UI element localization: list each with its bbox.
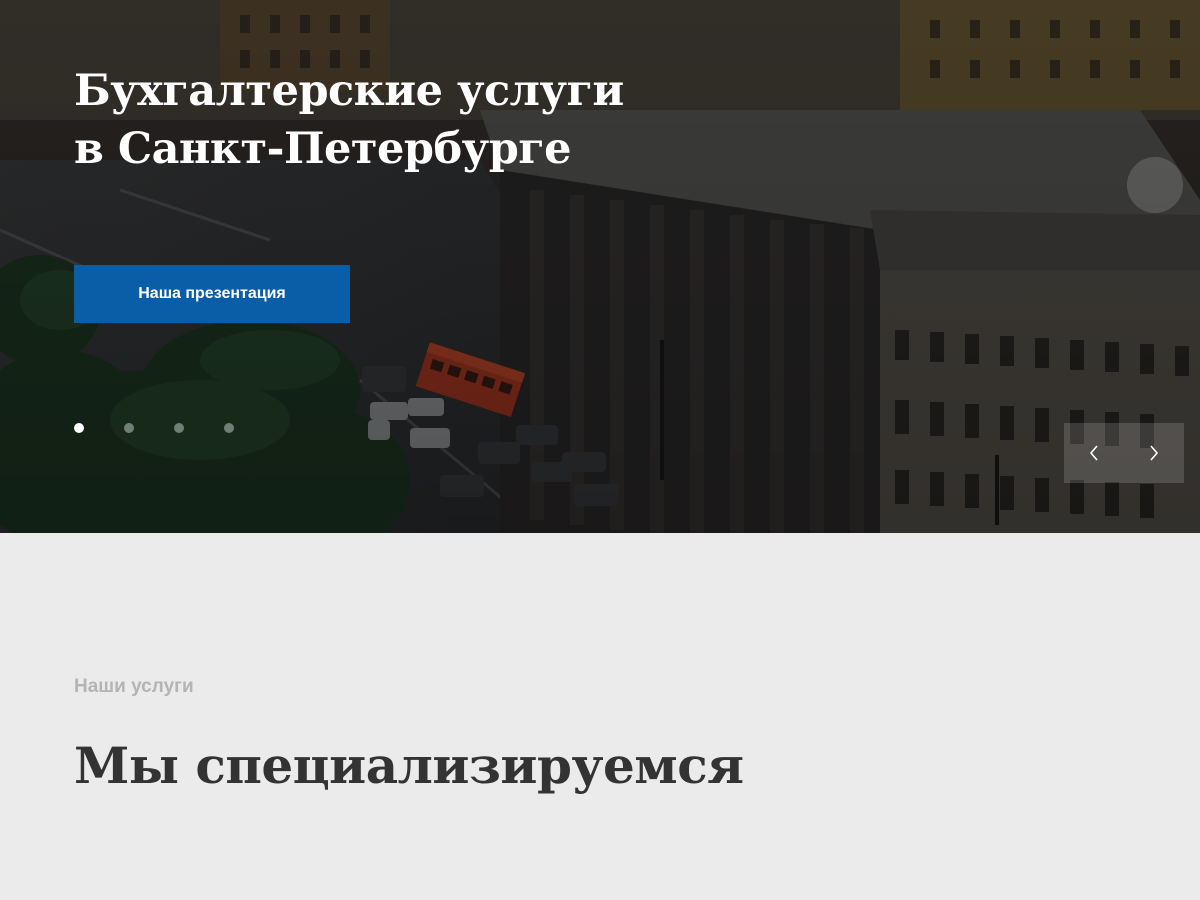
slider-next-button[interactable]: [1124, 423, 1184, 483]
slider-pagination: [74, 423, 234, 433]
hero-title-line-2: в Санкт-Петербурге: [74, 124, 571, 174]
hero-title-line-1: Бухгалтерские услуги: [74, 66, 624, 116]
slider-dot-2[interactable]: [124, 423, 134, 433]
services-section: Наши услуги Мы специализируемся: [0, 533, 1200, 900]
slider-dot-1[interactable]: [74, 423, 84, 433]
section-kicker: Наши услуги: [74, 676, 194, 697]
slider-dot-3[interactable]: [174, 423, 184, 433]
hero-slider: Бухгалтерские услуги в Санкт-Петербурге …: [0, 0, 1200, 533]
slider-dot-4[interactable]: [224, 423, 234, 433]
slider-prev-button[interactable]: [1064, 423, 1124, 483]
slider-navigation: [1064, 423, 1184, 483]
section-heading: Мы специализируемся: [74, 736, 744, 795]
hero-title: Бухгалтерские услуги в Санкт-Петербурге: [74, 62, 774, 178]
chevron-left-icon: [1089, 445, 1098, 461]
presentation-button[interactable]: Наша презентация: [74, 265, 350, 323]
chevron-right-icon: [1150, 445, 1159, 461]
